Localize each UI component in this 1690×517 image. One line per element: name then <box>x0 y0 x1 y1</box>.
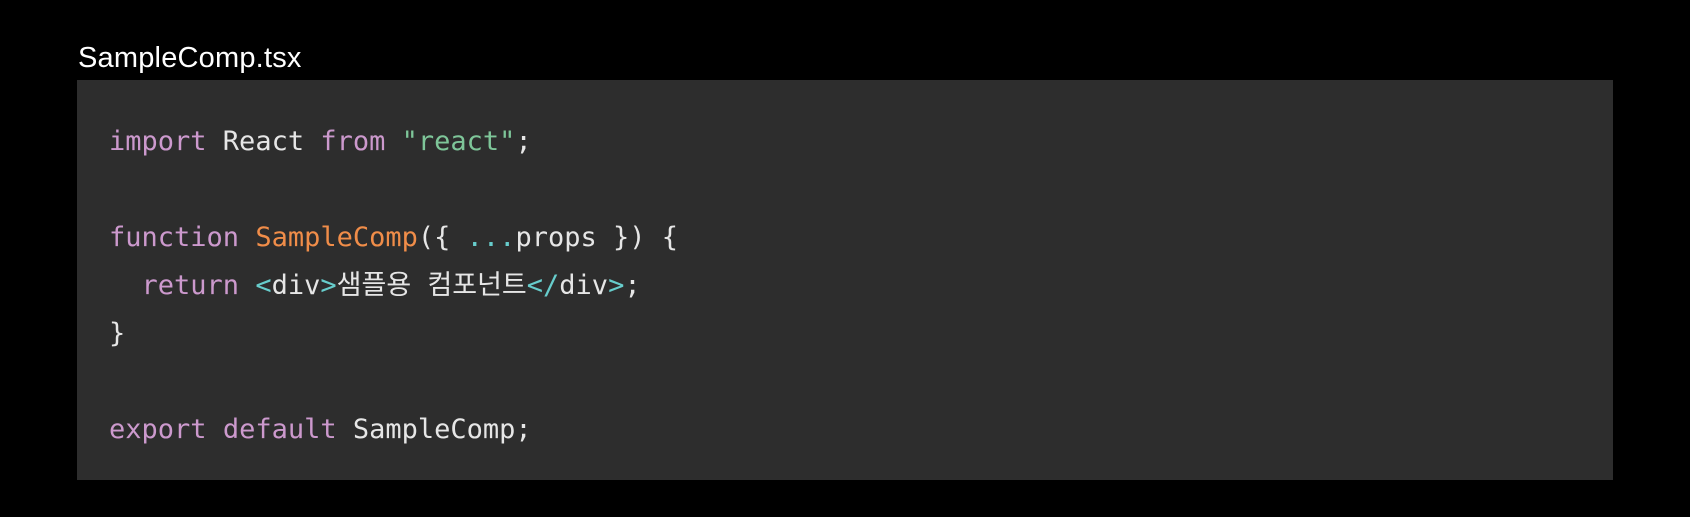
code-line: } <box>109 310 1613 358</box>
code-line: export default SampleComp; <box>109 406 1613 454</box>
code-line: return <div>샘플용 컴포넌트</div>; <box>109 262 1613 310</box>
code-token-punctuation: > <box>608 270 625 301</box>
code-token-keyword: export <box>109 414 207 445</box>
code-token-plain: div <box>559 270 609 301</box>
code-line: import React from "react"; <box>109 118 1613 166</box>
code-token-keyword: import <box>109 126 207 157</box>
code-token-plain: ({ <box>417 222 467 253</box>
code-token-keyword: function <box>109 222 240 253</box>
code-token-keyword: from <box>320 126 386 157</box>
code-token-plain: div <box>271 270 321 301</box>
code-token-punctuation: </ <box>526 270 560 301</box>
code-token-plain: props }) { <box>515 222 678 253</box>
code-token-plain: 샘플용 컴포넌트 <box>336 270 527 301</box>
code-token-plain: React <box>206 126 321 157</box>
code-token-string: "react" <box>401 126 516 157</box>
code-line: function SampleComp({ ...props }) { <box>109 214 1613 262</box>
code-block: import React from "react"; function Samp… <box>77 80 1613 480</box>
code-token-plain: ; <box>624 270 641 301</box>
code-token-punctuation: < <box>255 270 272 301</box>
file-name-label: SampleComp.tsx <box>78 42 302 74</box>
code-token-plain: } <box>109 318 126 349</box>
code-token-plain: ; <box>515 126 532 157</box>
code-token-punctuation: ... <box>466 222 516 253</box>
code-token-plain: SampleComp; <box>336 414 532 445</box>
code-token-function-name: SampleComp <box>255 222 418 253</box>
code-token-keyword: return <box>141 270 240 301</box>
code-token-punctuation: > <box>320 270 337 301</box>
code-lines: import React from "react"; function Samp… <box>109 118 1613 454</box>
code-token-keyword: default <box>222 414 337 445</box>
